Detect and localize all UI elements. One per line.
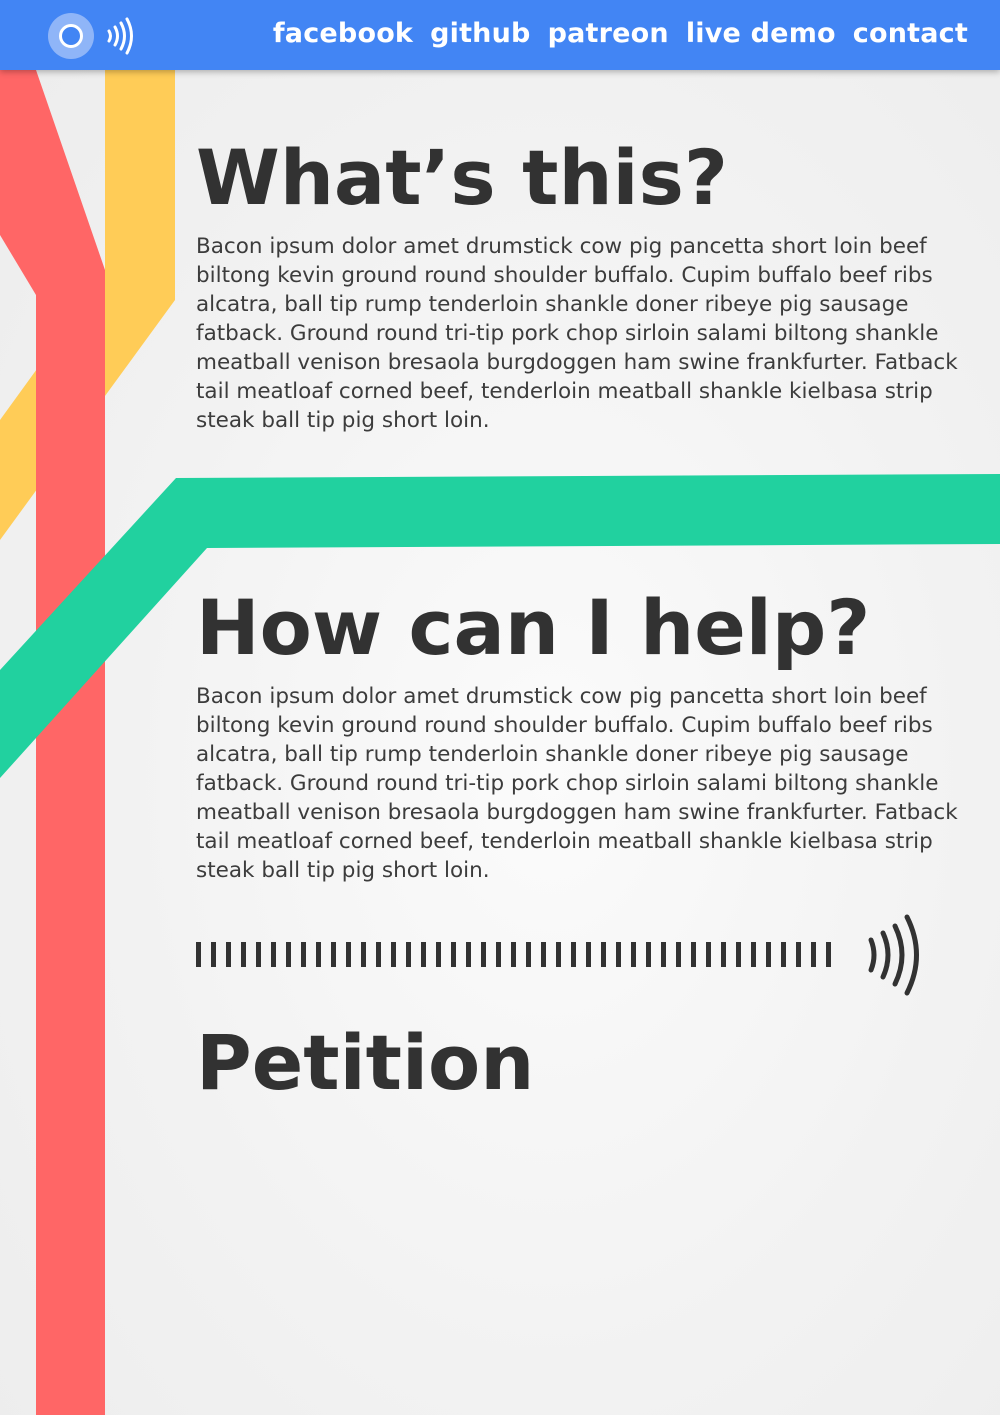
divider-bar <box>736 942 741 967</box>
signal-waves-icon <box>868 914 919 996</box>
divider-bar <box>511 942 516 967</box>
divider-bar <box>766 942 771 967</box>
divider-bar <box>661 942 666 967</box>
section-heading: How can I help? <box>196 583 871 672</box>
divider-bar <box>271 942 276 967</box>
divider-bar <box>781 942 786 967</box>
divider-bar <box>226 942 231 967</box>
divider-bar <box>436 942 441 967</box>
divider-bar <box>616 942 621 967</box>
divider-bar <box>601 942 606 967</box>
divider-bar <box>466 942 471 967</box>
divider-bar <box>796 942 801 967</box>
header-nav: facebook github patreon live demo contac… <box>273 14 968 54</box>
divider-bar <box>211 942 216 967</box>
top-navigation-bar: facebook github patreon live demo contac… <box>0 0 1000 70</box>
signal-waves-icon <box>107 17 133 55</box>
divider-bar <box>556 942 561 967</box>
divider-bar <box>721 942 726 967</box>
divider-bar <box>496 942 501 967</box>
divider-bar <box>406 942 411 967</box>
nav-link-patreon[interactable]: patreon <box>548 14 669 54</box>
divider-bar <box>751 942 756 967</box>
divider-bar <box>391 942 396 967</box>
section-petition: Petition <box>196 1025 976 1101</box>
divider-bar <box>376 942 381 967</box>
ring-logo-icon[interactable] <box>48 13 94 59</box>
divider-bar <box>811 942 816 967</box>
divider-bar <box>286 942 291 967</box>
divider-bar <box>346 942 351 967</box>
divider-bar <box>706 942 711 967</box>
nav-link-github[interactable]: github <box>430 14 530 54</box>
divider-bar <box>256 942 261 967</box>
section-body: Bacon ipsum dolor amet drumstick cow pig… <box>196 234 958 433</box>
divider-bar <box>451 942 456 967</box>
signal-divider <box>196 914 919 996</box>
divider-bar <box>571 942 576 967</box>
divider-bar <box>241 942 246 967</box>
divider-bar <box>691 942 696 967</box>
divider-bar <box>631 942 636 967</box>
divider-bar <box>526 942 531 967</box>
divider-bar <box>331 942 336 967</box>
nav-link-live-demo[interactable]: live demo <box>686 14 836 54</box>
divider-bar <box>541 942 546 967</box>
divider-bar <box>586 942 591 967</box>
divider-bar <box>676 942 681 967</box>
nav-link-contact[interactable]: contact <box>853 14 968 54</box>
section-how-can-i-help: How can I help? Bacon ipsum dolor amet d… <box>196 590 976 885</box>
divider-bar <box>481 942 486 967</box>
divider-bar <box>361 942 366 967</box>
section-heading: What’s this? <box>196 133 728 222</box>
section-body: Bacon ipsum dolor amet drumstick cow pig… <box>196 684 958 883</box>
divider-bar <box>646 942 651 967</box>
divider-bar <box>421 942 426 967</box>
divider-bar <box>316 942 321 967</box>
divider-bars <box>196 942 831 967</box>
section-heading: Petition <box>196 1018 535 1107</box>
section-whats-this: What’s this? Bacon ipsum dolor amet drum… <box>196 140 976 435</box>
divider-bar <box>301 942 306 967</box>
divider-bar <box>196 942 201 967</box>
nav-link-facebook[interactable]: facebook <box>273 14 413 54</box>
divider-bar <box>826 942 831 967</box>
